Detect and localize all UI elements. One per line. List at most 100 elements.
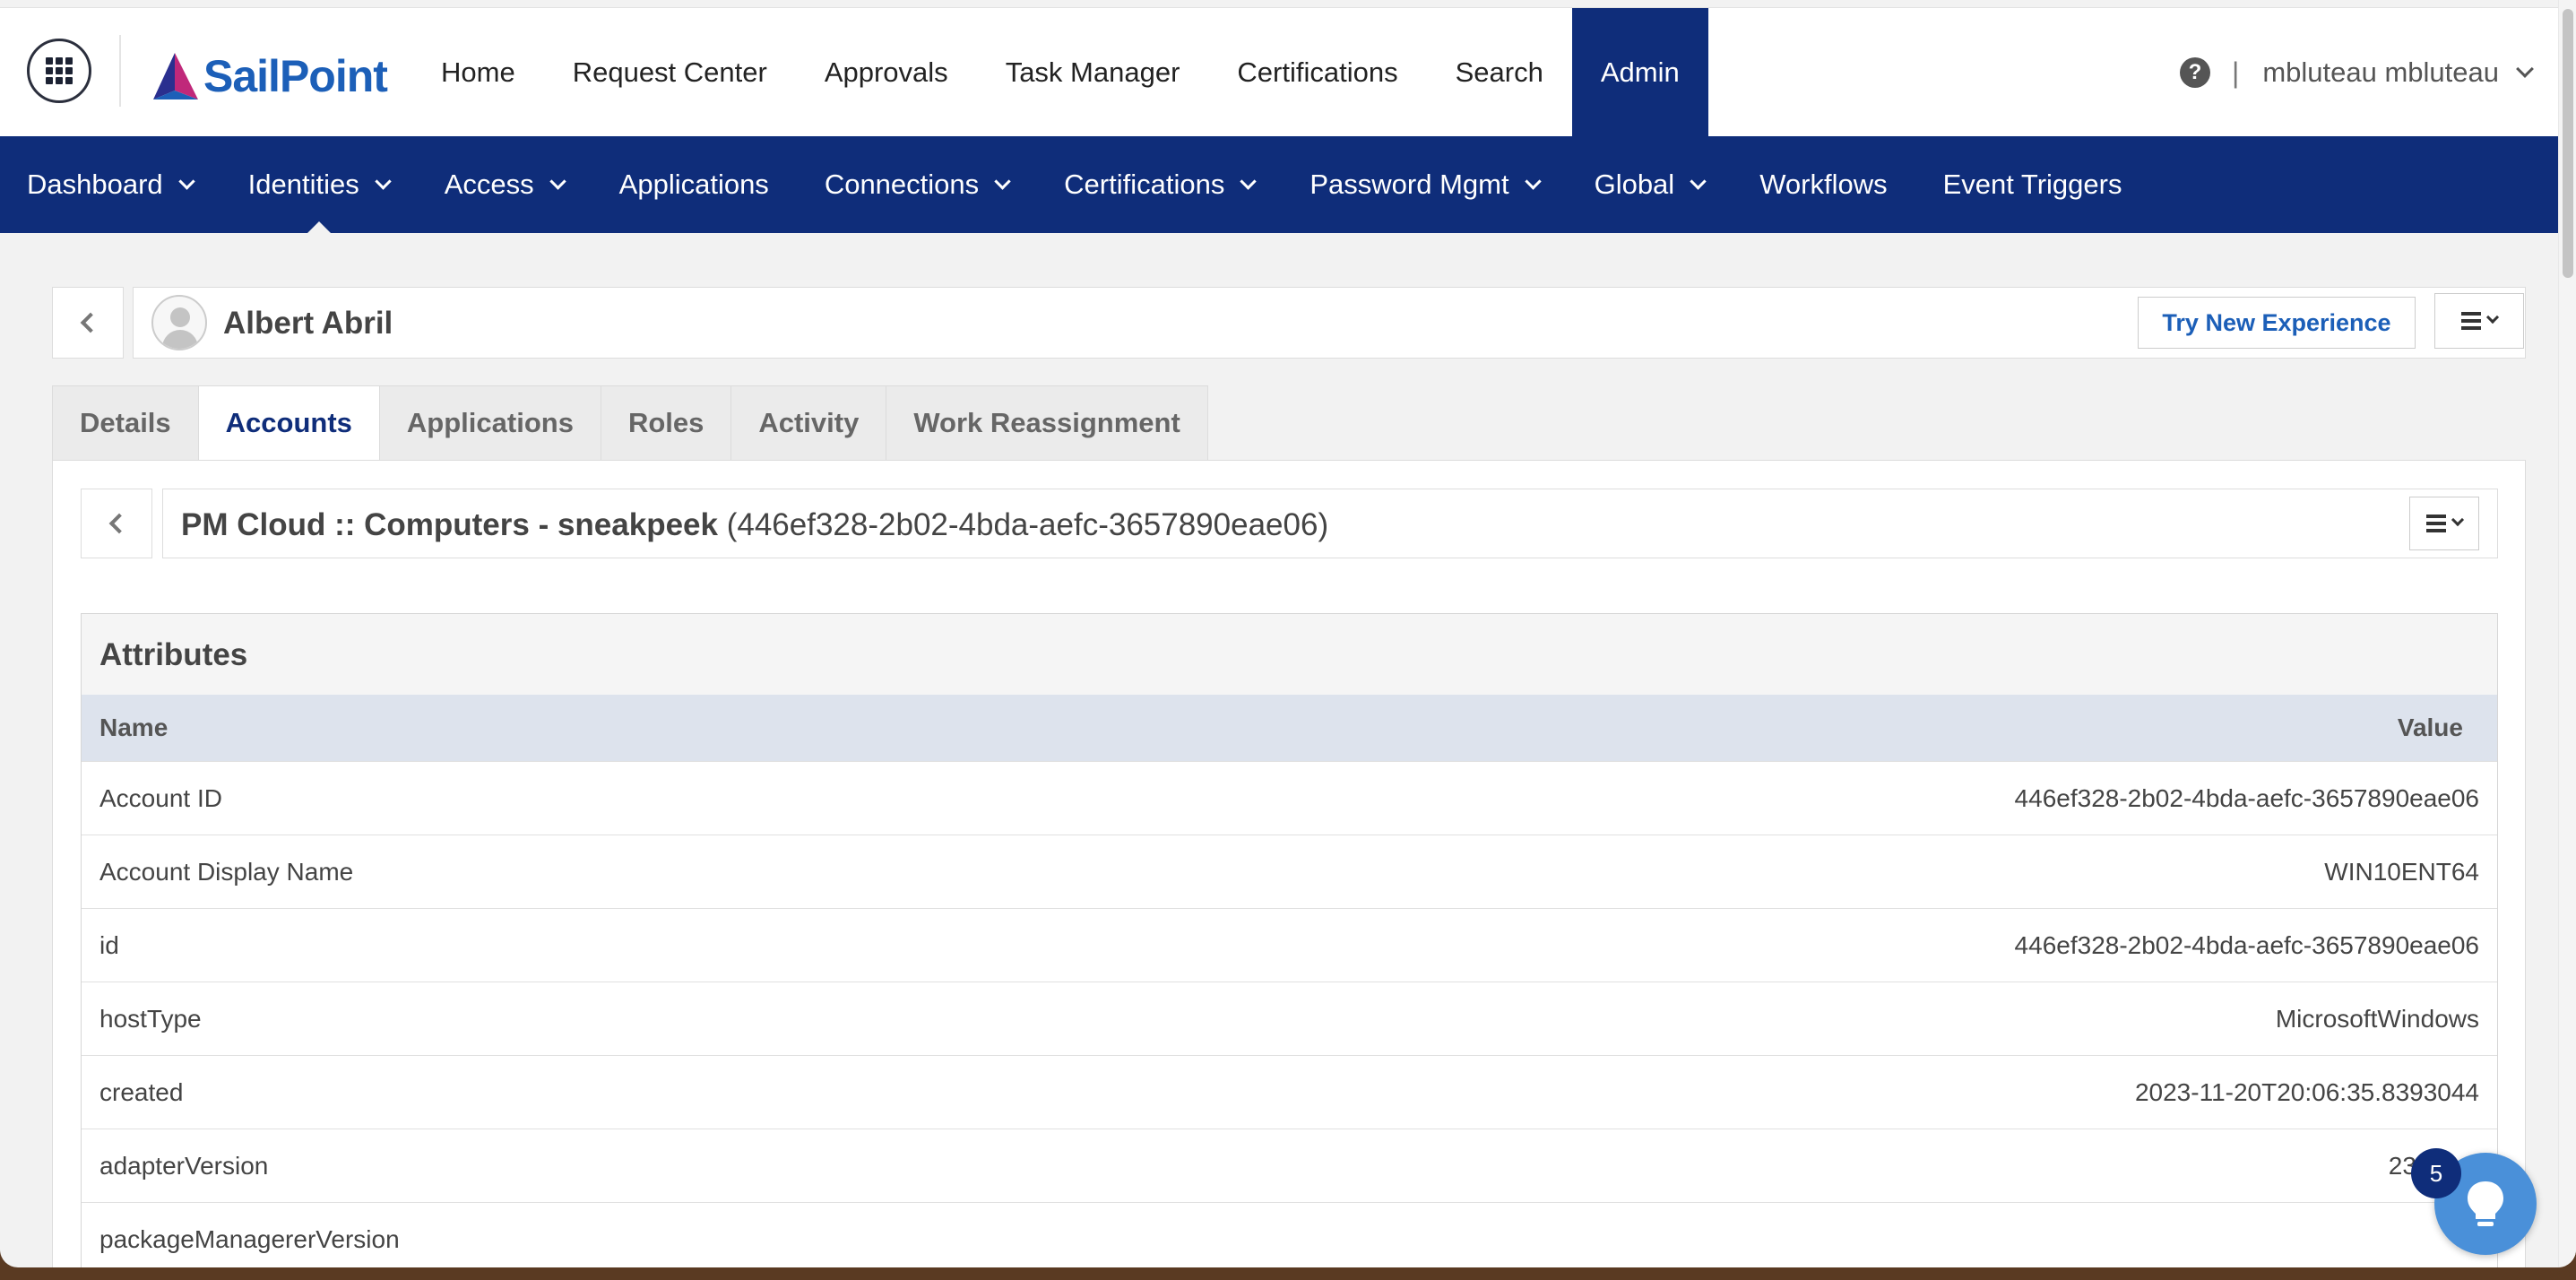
hamburger-icon [2426, 515, 2446, 532]
adminnav-item-applications[interactable]: Applications [592, 136, 798, 233]
attribute-value: MicrosoftWindows [2275, 1004, 2479, 1033]
account-back-button[interactable] [81, 489, 152, 558]
table-row: created 2023-11-20T20:06:35.8393044 [82, 1055, 2497, 1129]
chevron-down-icon [549, 172, 566, 190]
adminnav-item-event-triggers[interactable]: Event Triggers [1916, 136, 2151, 233]
chevron-left-icon [108, 513, 130, 534]
attribute-name: adapterVersion [99, 1151, 269, 1180]
back-button[interactable] [52, 287, 124, 359]
attribute-name: created [99, 1077, 184, 1106]
chevron-down-icon [2485, 310, 2500, 324]
account-header: PM Cloud :: Computers - sneakpeek (446ef… [162, 489, 2498, 558]
column-header-value[interactable]: Value [2398, 714, 2463, 742]
tab-activity[interactable]: Activity [730, 385, 886, 461]
table-row: hostType MicrosoftWindows [82, 982, 2497, 1055]
attribute-name: id [99, 930, 119, 959]
grid-icon [46, 57, 73, 84]
adminnav-item-label: Applications [618, 169, 769, 200]
attribute-name: Account ID [99, 783, 222, 812]
adminnav-item-identities[interactable]: Identities [221, 136, 418, 233]
sailpoint-logo[interactable]: SailPoint [148, 48, 388, 105]
app-window: SailPoint Home Request Center Approvals Tas… [0, 0, 2576, 1267]
adminnav-item-workflows[interactable]: Workflows [1733, 136, 1915, 233]
adminnav-item-label: Event Triggers [1942, 169, 2122, 200]
question-circle-icon[interactable]: ? [2180, 57, 2211, 88]
try-new-experience-button[interactable]: Try New Experience [2138, 297, 2416, 349]
attributes-title: Attributes [99, 637, 248, 672]
page-scrollbar[interactable] [2558, 0, 2576, 1267]
account-title: PM Cloud :: Computers - sneakpeek (446ef… [181, 507, 1328, 543]
attribute-name: hostType [99, 1004, 202, 1033]
table-row: id 446ef328-2b02-4bda-aefc-3657890eae06 [82, 908, 2497, 982]
topnav-item-task-manager[interactable]: Task Manager [977, 8, 1209, 137]
chevron-down-icon [375, 172, 392, 190]
topnav-item-home[interactable]: Home [412, 8, 544, 137]
chevron-down-icon [2451, 513, 2465, 527]
admin-navigation: Dashboard Identities Access Applications Con… [0, 136, 2558, 233]
adminnav-item-global[interactable]: Global [1568, 136, 1733, 233]
tab-applications[interactable]: Applications [378, 385, 601, 461]
tab-work-reassignment[interactable]: Work Reassignment [886, 385, 1208, 461]
divider [119, 35, 121, 107]
chevron-down-icon[interactable] [2516, 60, 2534, 78]
tab-accounts[interactable]: Accounts [197, 385, 379, 461]
chevron-left-icon [80, 312, 101, 333]
identity-name: Albert Abril [223, 306, 393, 341]
adminnav-item-connections[interactable]: Connections [798, 136, 1037, 233]
sailpoint-sail-icon [153, 53, 198, 99]
separator: | [2232, 56, 2240, 89]
attribute-value: WIN10ENT64 [2324, 857, 2479, 886]
adminnav-item-access[interactable]: Access [418, 136, 592, 233]
tab-roles[interactable]: Roles [600, 385, 731, 461]
chevron-down-icon [1690, 172, 1707, 190]
hamburger-icon [2461, 312, 2481, 330]
table-header: Name Value [82, 695, 2497, 761]
logo-text: SailPoint [203, 51, 388, 101]
user-area: ? | mbluteau mbluteau [2180, 8, 2534, 137]
attribute-value: 446ef328-2b02-4bda-aefc-3657890eae06 [2014, 783, 2479, 812]
adminnav-item-label: Workflows [1759, 169, 1888, 200]
adminnav-item-certifications[interactable]: Certifications [1037, 136, 1283, 233]
top-bar: SailPoint Home Request Center Approvals Tas… [0, 7, 2558, 137]
avatar [151, 295, 207, 350]
table-row: Account ID 446ef328-2b02-4bda-aefc-365789… [82, 761, 2497, 835]
table-row: packageManagererVersion [82, 1202, 2497, 1267]
adminnav-item-label: Password Mgmt [1310, 169, 1509, 200]
account-menu-button[interactable] [2409, 497, 2479, 550]
adminnav-item-label: Identities [247, 169, 359, 200]
chevron-down-icon [177, 172, 195, 190]
adminnav-item-dashboard[interactable]: Dashboard [0, 136, 221, 233]
table-row: adapterVersion23.9.0.0 [82, 1129, 2497, 1202]
identity-menu-button[interactable] [2434, 293, 2524, 349]
tab-details[interactable]: Details [52, 385, 198, 461]
identity-header: Albert Abril Try New Experience [133, 287, 2526, 359]
lightbulb-icon [2468, 1181, 2503, 1226]
identity-tabs: Details Accounts Applications Roles Activity… [52, 385, 1208, 461]
attribute-value: 446ef328-2b02-4bda-aefc-3657890eae06 [2014, 930, 2479, 959]
chevron-down-icon [1524, 172, 1542, 190]
account-name: PM Cloud :: Computers - sneakpeek [181, 507, 718, 542]
adminnav-item-label: Connections [824, 169, 980, 200]
table-row: Account Display Name WIN10ENT64 [82, 835, 2497, 908]
topnav-item-approvals[interactable]: Approvals [796, 8, 977, 137]
chevron-down-icon [994, 172, 1011, 190]
attribute-value: 2023-11-20T20:06:35.8393044 [2134, 1077, 2479, 1106]
topnav-item-search[interactable]: Search [1427, 8, 1572, 137]
user-menu[interactable]: mbluteau mbluteau [2262, 56, 2499, 89]
topnav-item-certifications[interactable]: Certifications [1208, 8, 1426, 137]
topnav-item-admin[interactable]: Admin [1571, 8, 1708, 137]
adminnav-item-password-mgmt[interactable]: Password Mgmt [1283, 136, 1567, 233]
attribute-name: packageManagererVersion [99, 1224, 400, 1253]
adminnav-item-label: Access [444, 169, 534, 200]
notification-badge: 5 [2411, 1148, 2461, 1198]
column-header-name[interactable]: Name [99, 714, 168, 742]
attribute-name: Account Display Name [99, 857, 354, 886]
scrollbar-thumb[interactable] [2563, 9, 2573, 278]
attributes-table: Name Value Account ID 446ef328-2b02-4bda-… [82, 695, 2497, 1267]
account-id: (446ef328-2b02-4bda-aefc-3657890eae06) [726, 507, 1329, 542]
adminnav-item-label: Certifications [1064, 169, 1225, 200]
accounts-panel: PM Cloud :: Computers - sneakpeek (446ef… [52, 460, 2526, 1267]
chevron-down-icon [1240, 172, 1258, 190]
app-launcher-button[interactable] [27, 39, 91, 103]
topnav-item-request-center[interactable]: Request Center [544, 8, 796, 137]
